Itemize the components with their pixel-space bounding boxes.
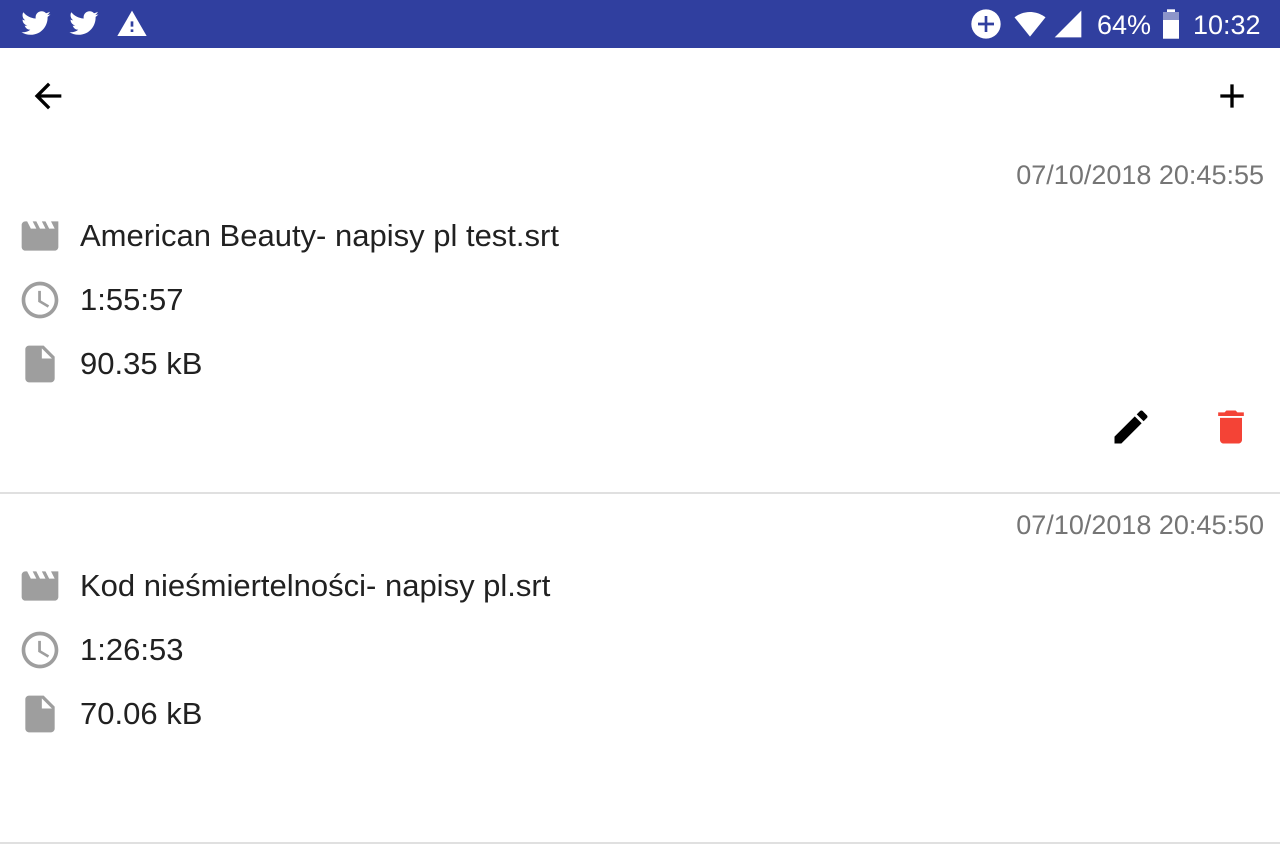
file-icon bbox=[18, 342, 62, 386]
duration-row: 1:26:53 bbox=[0, 624, 1280, 672]
battery-percent: 64% bbox=[1097, 10, 1152, 40]
trash-icon bbox=[1218, 410, 1244, 444]
edit-button[interactable] bbox=[1106, 402, 1156, 452]
file-size: 70.06 kB bbox=[80, 696, 203, 731]
add-button[interactable] bbox=[1208, 72, 1256, 120]
movie-icon bbox=[18, 564, 62, 608]
size-row: 70.06 kB bbox=[0, 688, 1280, 736]
file-size: 90.35 kB bbox=[80, 346, 203, 381]
size-row: 90.35 kB bbox=[0, 338, 1280, 386]
duration-row: 1:55:57 bbox=[0, 274, 1280, 322]
subtitle-list: 07/10/2018 20:45:55 American Beauty- nap… bbox=[0, 144, 1280, 844]
clock-icon bbox=[18, 628, 62, 672]
file-icon bbox=[18, 692, 62, 736]
duration: 1:26:53 bbox=[80, 632, 184, 667]
file-name-row: American Beauty- napisy pl test.srt bbox=[0, 210, 1280, 258]
twitter-icon bbox=[69, 11, 99, 35]
delete-button[interactable] bbox=[1206, 402, 1256, 452]
warning-icon bbox=[117, 10, 147, 36]
file-name: American Beauty- napisy pl test.srt bbox=[80, 218, 559, 253]
battery-icon bbox=[1163, 9, 1179, 39]
clock: 10:32 bbox=[1193, 10, 1261, 40]
item-date: 07/10/2018 20:45:55 bbox=[1016, 160, 1264, 190]
clock-icon bbox=[18, 278, 62, 322]
file-name: Kod nieśmiertelności- napisy pl.srt bbox=[80, 568, 551, 603]
item-actions bbox=[1106, 402, 1256, 452]
back-button[interactable] bbox=[24, 72, 72, 120]
cellular-signal-icon bbox=[1054, 10, 1082, 38]
file-name-row: Kod nieśmiertelności- napisy pl.srt bbox=[0, 560, 1280, 608]
list-item[interactable]: 07/10/2018 20:45:50 Kod nieśmiertelności… bbox=[0, 494, 1280, 844]
list-item[interactable]: 07/10/2018 20:45:55 American Beauty- nap… bbox=[0, 144, 1280, 494]
status-bar: 64% 10:32 bbox=[0, 0, 1280, 48]
plus-icon bbox=[1220, 84, 1244, 108]
twitter-icon bbox=[21, 11, 51, 35]
toolbar bbox=[0, 48, 1280, 144]
duration: 1:55:57 bbox=[80, 282, 184, 317]
movie-icon bbox=[18, 214, 62, 258]
data-saver-icon bbox=[971, 9, 1001, 39]
wifi-icon bbox=[1014, 12, 1046, 37]
item-date: 07/10/2018 20:45:50 bbox=[1016, 510, 1264, 540]
arrow-back-icon bbox=[34, 82, 62, 110]
pencil-icon bbox=[1114, 410, 1148, 444]
